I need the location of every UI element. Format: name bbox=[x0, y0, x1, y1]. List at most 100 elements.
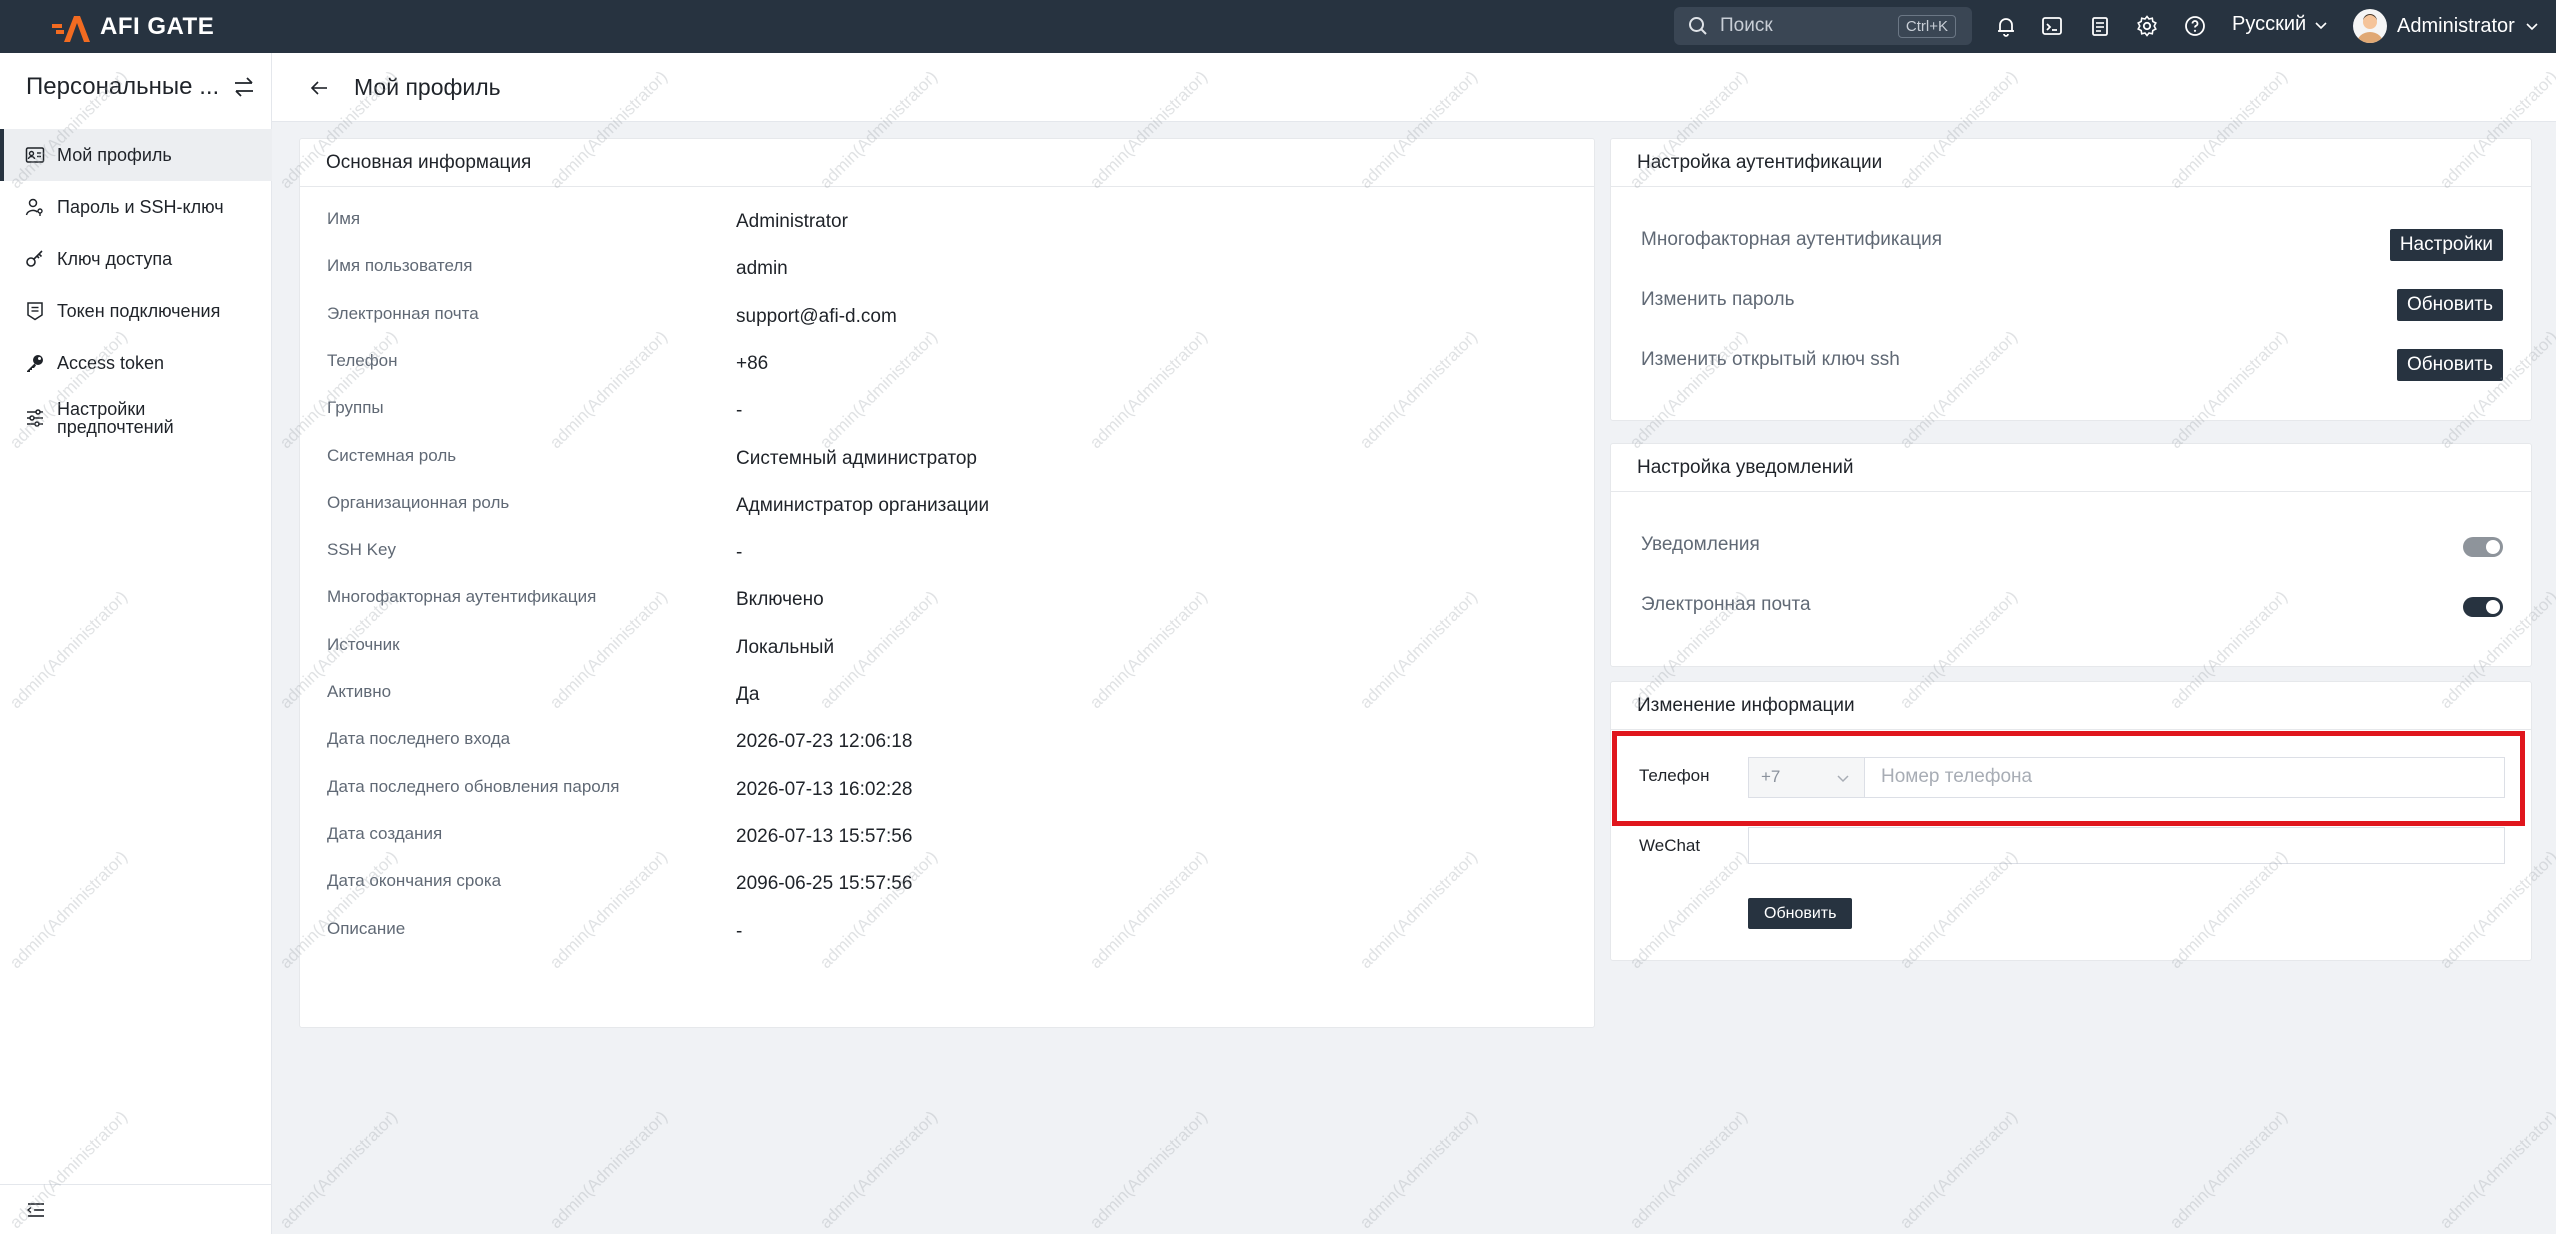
info-label: SSH Key bbox=[327, 540, 396, 560]
chevron-down-icon bbox=[2315, 21, 2327, 29]
gear-icon[interactable] bbox=[2135, 14, 2159, 38]
info-value: Administrator bbox=[736, 211, 848, 232]
sidebar-item-label: Пароль и SSH-ключ bbox=[57, 196, 224, 217]
change-password-button[interactable]: Обновить bbox=[2396, 289, 2503, 321]
sidebar-footer bbox=[0, 1184, 272, 1234]
sidebar-item-access-token[interactable]: Access token bbox=[0, 337, 272, 389]
terminal-icon[interactable] bbox=[2040, 14, 2064, 38]
sidebar-item-label: Access token bbox=[57, 352, 165, 373]
watermark-text: admin(Administrator) bbox=[1626, 1107, 1752, 1233]
info-label: Дата создания bbox=[327, 823, 443, 843]
email-notify-label: Электронная почта bbox=[1641, 594, 1811, 615]
info-label: Имя пользователя bbox=[327, 256, 473, 276]
watermark-text: admin(Administrator) bbox=[1086, 1107, 1212, 1233]
info-label: Системная роль bbox=[327, 445, 457, 465]
watermark-text: admin(Administrator) bbox=[816, 1107, 942, 1233]
sidebar-item-access-key[interactable]: Ключ доступа bbox=[0, 233, 272, 285]
sidebar-header: Персональные ... bbox=[26, 73, 256, 101]
info-label: Дата окончания срока bbox=[327, 871, 502, 891]
info-value: 2026-07-13 15:57:56 bbox=[736, 825, 913, 847]
notifications-label: Уведомления bbox=[1641, 534, 1760, 555]
search-shortcut-badge: Ctrl+K bbox=[1897, 15, 1956, 38]
clipboard-icon[interactable] bbox=[2088, 14, 2112, 38]
update-info-button[interactable]: Обновить bbox=[1748, 898, 1853, 929]
top-bar: AFI GATE Поиск Ctrl+K Русский Administra… bbox=[0, 0, 2556, 53]
user-name: Administrator bbox=[2397, 14, 2515, 37]
watermark-text: admin(Administrator) bbox=[276, 1107, 402, 1233]
info-value: Администратор организации bbox=[736, 494, 990, 516]
info-value: - bbox=[736, 400, 743, 422]
brand-name: AFI GATE bbox=[100, 13, 215, 40]
search-icon bbox=[1689, 17, 1707, 35]
card-title: Изменение информации bbox=[1611, 682, 2531, 730]
info-label: Организационная роль bbox=[327, 492, 510, 512]
watermark-text: admin(Administrator) bbox=[1896, 1107, 2022, 1233]
user-key-icon bbox=[25, 198, 43, 216]
card-title: Настройка аутентификации bbox=[1611, 139, 2531, 187]
watermark-text: admin(Administrator) bbox=[2166, 1107, 2292, 1233]
sliders-icon bbox=[27, 409, 43, 427]
key-solid-icon bbox=[27, 355, 43, 372]
notification-settings-card: Настройка уведомлений Уведомления Электр… bbox=[1610, 443, 2532, 667]
change-ssh-key-button[interactable]: Обновить bbox=[2396, 349, 2503, 381]
info-label: Активно bbox=[327, 682, 392, 701]
collapse-menu-icon[interactable] bbox=[26, 1201, 46, 1219]
user-menu[interactable]: Administrator bbox=[2353, 9, 2539, 43]
info-value: support@afi-d.com bbox=[736, 305, 897, 327]
avatar bbox=[2353, 9, 2387, 43]
info-value: - bbox=[736, 542, 743, 564]
info-label: Электронная почта bbox=[327, 303, 479, 323]
page-title: Мой профиль bbox=[354, 74, 501, 100]
info-value: admin bbox=[736, 258, 788, 280]
info-value: 2096-06-25 15:57:56 bbox=[736, 873, 913, 895]
sidebar-item-label: Настройки предпочтений bbox=[57, 399, 174, 437]
sidebar-item-label: Токен подключения bbox=[57, 300, 221, 321]
language-label: Русский bbox=[2232, 13, 2307, 35]
search-placeholder: Поиск bbox=[1720, 15, 1773, 36]
basic-info-card: Основная информация Имя Administrator Имя … bbox=[299, 138, 1595, 1028]
info-value: - bbox=[736, 920, 743, 942]
wechat-input[interactable] bbox=[1748, 827, 2505, 864]
watermark-text: admin(Administrator) bbox=[1356, 1107, 1482, 1233]
profile-card-icon bbox=[25, 147, 45, 163]
chevron-down-icon bbox=[2526, 23, 2538, 31]
logo[interactable]: AFI GATE bbox=[50, 10, 214, 44]
change-password-label: Изменить пароль bbox=[1641, 289, 1795, 310]
card-title: Настройка уведомлений bbox=[1611, 444, 2531, 492]
bell-icon[interactable] bbox=[1994, 14, 2018, 38]
info-label: Многофакторная аутентификация bbox=[327, 587, 597, 607]
avatar-person-icon bbox=[2357, 14, 2383, 43]
help-icon[interactable] bbox=[2183, 14, 2207, 38]
sidebar-title: Персональные ... bbox=[26, 73, 220, 100]
key-icon bbox=[26, 250, 43, 267]
info-value: Системный администратор bbox=[736, 447, 977, 469]
auth-settings-card: Настройка аутентификации Многофакторная … bbox=[1610, 138, 2532, 421]
sidebar-item-password-ssh[interactable]: Пароль и SSH-ключ bbox=[0, 181, 272, 233]
info-value: +86 bbox=[736, 352, 769, 374]
logo-mark-icon bbox=[52, 16, 90, 42]
notifications-toggle[interactable] bbox=[2463, 537, 2503, 557]
info-value: 2026-07-23 12:06:18 bbox=[736, 731, 913, 753]
back-arrow-icon[interactable] bbox=[308, 77, 330, 99]
info-value: Включено bbox=[736, 589, 824, 611]
language-selector[interactable]: Русский bbox=[2232, 13, 2328, 36]
info-value: Локальный bbox=[736, 636, 835, 658]
page-header: Мой профиль bbox=[272, 53, 2556, 122]
watermark-text: admin(Administrator) bbox=[546, 1107, 672, 1233]
watermark-text: admin(Administrator) bbox=[2436, 1107, 2556, 1233]
sidebar-item-connection-token[interactable]: Токен подключения bbox=[0, 285, 272, 337]
card-title: Основная информация bbox=[300, 139, 1594, 187]
email-notify-toggle[interactable] bbox=[2463, 597, 2503, 617]
info-label: Группы bbox=[327, 398, 384, 418]
search-box[interactable]: Поиск Ctrl+K bbox=[1674, 7, 1972, 45]
info-label: Дата последнего обновления пароля bbox=[327, 776, 620, 796]
sidebar-item-preferences[interactable]: Настройки предпочтений bbox=[0, 389, 272, 447]
highlight-box bbox=[1612, 731, 2525, 826]
wechat-label: WeChat bbox=[1639, 836, 1701, 855]
switch-arrows-icon[interactable] bbox=[232, 76, 256, 98]
sidebar-item-label: Ключ доступа bbox=[57, 248, 173, 269]
info-label: Описание bbox=[327, 918, 406, 938]
sidebar-item-my-profile[interactable]: Мой профиль bbox=[0, 129, 272, 181]
mfa-settings-button[interactable]: Настройки bbox=[2389, 229, 2503, 261]
sidebar: Персональные ... Мой профиль Пароль и SS… bbox=[0, 53, 272, 1234]
